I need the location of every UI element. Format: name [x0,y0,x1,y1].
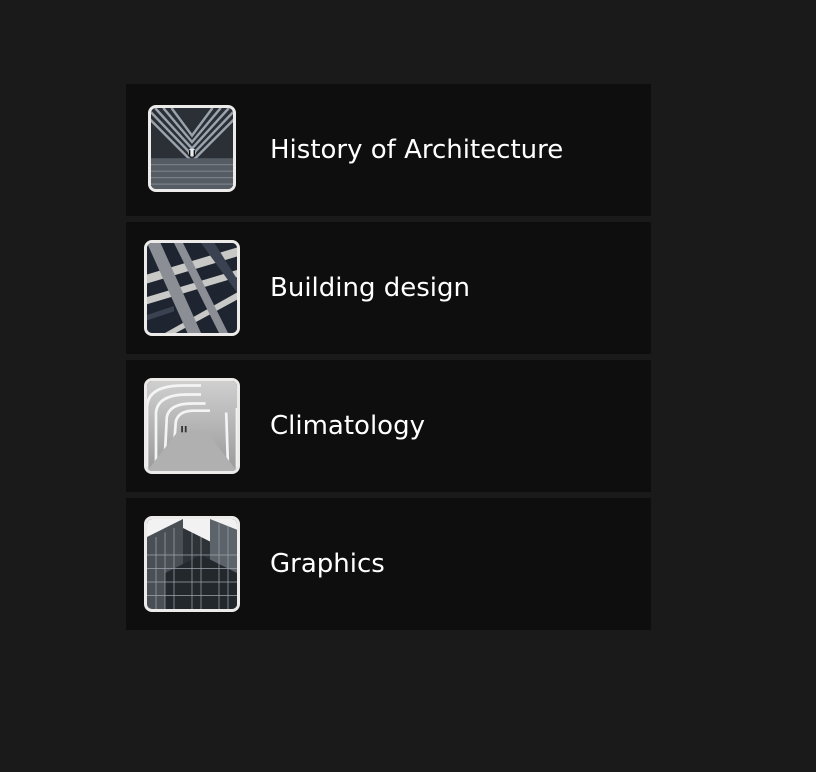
course-item-history-of-architecture[interactable]: History of Architecture [126,84,651,216]
course-thumbnail [144,378,240,474]
course-thumbnail [144,516,240,612]
course-title: Climatology [270,411,425,441]
course-thumbnail [148,105,236,192]
course-item-climatology[interactable]: Climatology [126,360,651,492]
course-thumbnail [144,240,240,336]
course-item-graphics[interactable]: Graphics [126,498,651,630]
course-list: History of Architecture Building design … [126,84,651,636]
course-title: Graphics [270,549,385,579]
course-title: Building design [270,273,470,303]
course-title: History of Architecture [270,135,564,165]
course-item-building-design[interactable]: Building design [126,222,651,354]
